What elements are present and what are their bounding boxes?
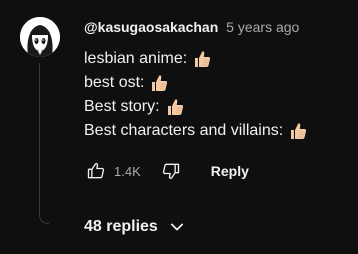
dislike-icon: [162, 163, 179, 180]
author-name[interactable]: @kasugaosakachan: [84, 19, 218, 35]
avatar-anime-girl-icon: [20, 17, 60, 57]
comment-line: Best characters and villains:: [84, 119, 308, 143]
dislike-button[interactable]: [159, 159, 183, 183]
reply-button[interactable]: Reply: [211, 163, 249, 179]
thumbs-up-emoji-icon: [195, 51, 211, 67]
comment-line: lesbian anime:: [84, 47, 308, 71]
comment-thread: @kasugaosakachan 5 years ago lesbian ani…: [0, 0, 358, 254]
comment-header: @kasugaosakachan 5 years ago: [84, 19, 299, 35]
avatar[interactable]: [20, 17, 60, 57]
thread-connector-line: [39, 63, 49, 224]
chevron-down-icon: [168, 218, 186, 236]
thumbs-up-emoji-icon: [167, 99, 183, 115]
comment-line-text: Best story:: [84, 98, 160, 115]
comment-line-text: Best characters and villains:: [84, 122, 284, 139]
comment-timestamp[interactable]: 5 years ago: [226, 19, 299, 35]
thumbs-up-emoji-icon: [152, 75, 168, 91]
comment-line-text: best ost:: [84, 74, 145, 91]
replies-count-label: 48 replies: [84, 218, 158, 235]
comment-body: lesbian anime: best ost: Best story: Bes…: [84, 47, 308, 143]
like-count: 1.4K: [114, 163, 141, 179]
comment-line: Best story:: [84, 95, 308, 119]
like-button[interactable]: [84, 159, 108, 183]
thumbs-up-emoji-icon: [291, 123, 307, 139]
comment-line: best ost:: [84, 71, 308, 95]
like-icon: [87, 162, 105, 179]
view-replies-button[interactable]: 48 replies: [84, 218, 186, 236]
comment-line-text: lesbian anime:: [84, 50, 188, 67]
comment-actions: 1.4K Reply: [84, 158, 249, 184]
